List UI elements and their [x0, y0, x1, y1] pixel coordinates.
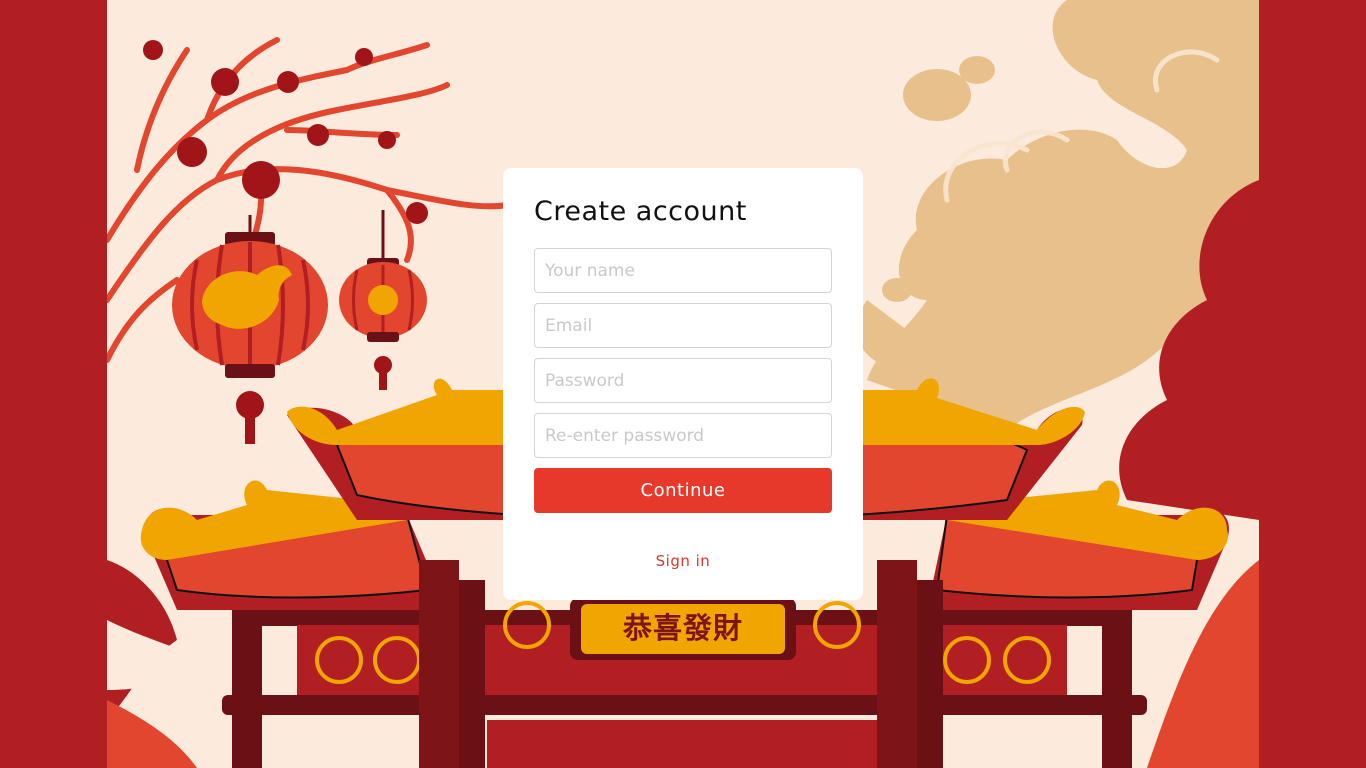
continue-button[interactable]: Continue — [534, 468, 832, 513]
password-field[interactable] — [534, 358, 832, 403]
name-field[interactable] — [534, 248, 832, 293]
page-title: Create account — [534, 196, 747, 227]
repassword-field[interactable] — [534, 413, 832, 458]
signup-card: Create account Continue Sign in — [503, 168, 863, 600]
email-field[interactable] — [534, 303, 832, 348]
gate-sign-text: 恭喜發財 — [622, 611, 743, 645]
sign-in-link[interactable]: Sign in — [503, 552, 863, 570]
